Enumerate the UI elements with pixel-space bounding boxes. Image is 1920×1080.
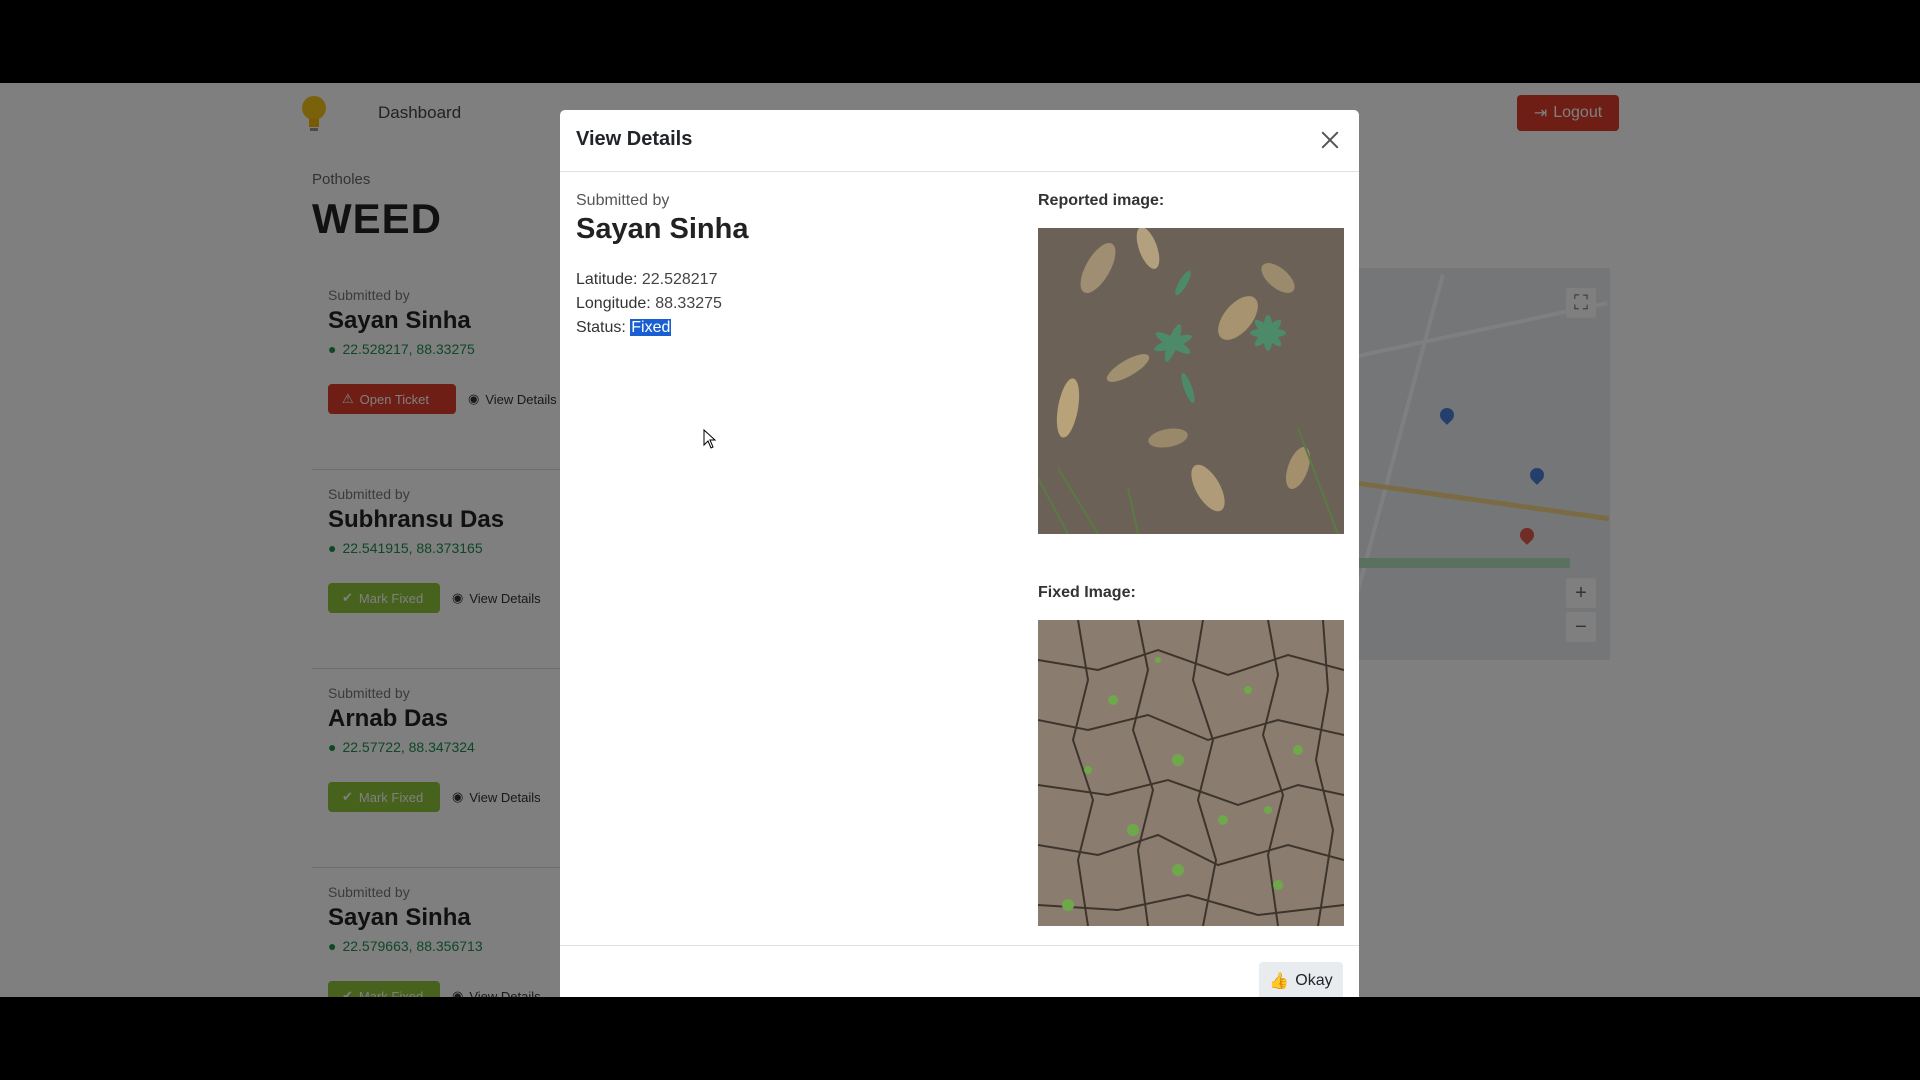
status-value: Fixed: [630, 319, 672, 336]
submitted-by-label: Submitted by: [576, 192, 670, 209]
latitude-row: Latitude: 22.528217: [576, 268, 976, 292]
modal-title: View Details: [576, 128, 693, 150]
browser-viewport: Dashboard ⇥ Logout Potholes WEED Submitt…: [0, 83, 1920, 997]
reported-image-label: Reported image:: [1038, 192, 1165, 209]
images-column: Reported image: Fixed Image:: [1038, 192, 1344, 926]
submitter-name: Sayan Sinha: [576, 213, 749, 245]
longitude-label: Longitude:: [576, 295, 651, 312]
reported-image: [1038, 228, 1344, 534]
view-details-modal: View Details Submitted by Sayan Sinha La…: [560, 110, 1359, 997]
location-info: Latitude: 22.528217 Longitude: 88.33275 …: [576, 268, 976, 340]
fixed-image-label: Fixed Image:: [1038, 584, 1136, 601]
close-icon[interactable]: [1317, 127, 1343, 153]
reported-image-photo: [1038, 228, 1344, 534]
mouse-cursor-icon: [703, 429, 717, 449]
longitude-row: Longitude: 88.33275: [576, 292, 976, 316]
latitude-value: 22.528217: [641, 271, 718, 288]
fixed-image-photo: [1038, 620, 1344, 926]
okay-button[interactable]: 👍 Okay: [1259, 962, 1343, 997]
fixed-image: [1038, 620, 1344, 926]
modal-footer: 👍 Okay: [560, 945, 1359, 997]
report-details: Submitted by Sayan Sinha Latitude: 22.52…: [576, 192, 976, 340]
longitude-value: 88.33275: [655, 295, 722, 312]
okay-label: Okay: [1295, 972, 1333, 989]
status-label: Status:: [576, 319, 626, 336]
modal-header: View Details: [560, 110, 1359, 172]
latitude-label: Latitude:: [576, 271, 638, 288]
app-background: Dashboard ⇥ Logout Potholes WEED Submitt…: [0, 83, 1920, 997]
status-row: Status: Fixed: [576, 316, 976, 340]
thumbs-up-icon: 👍: [1269, 973, 1290, 990]
